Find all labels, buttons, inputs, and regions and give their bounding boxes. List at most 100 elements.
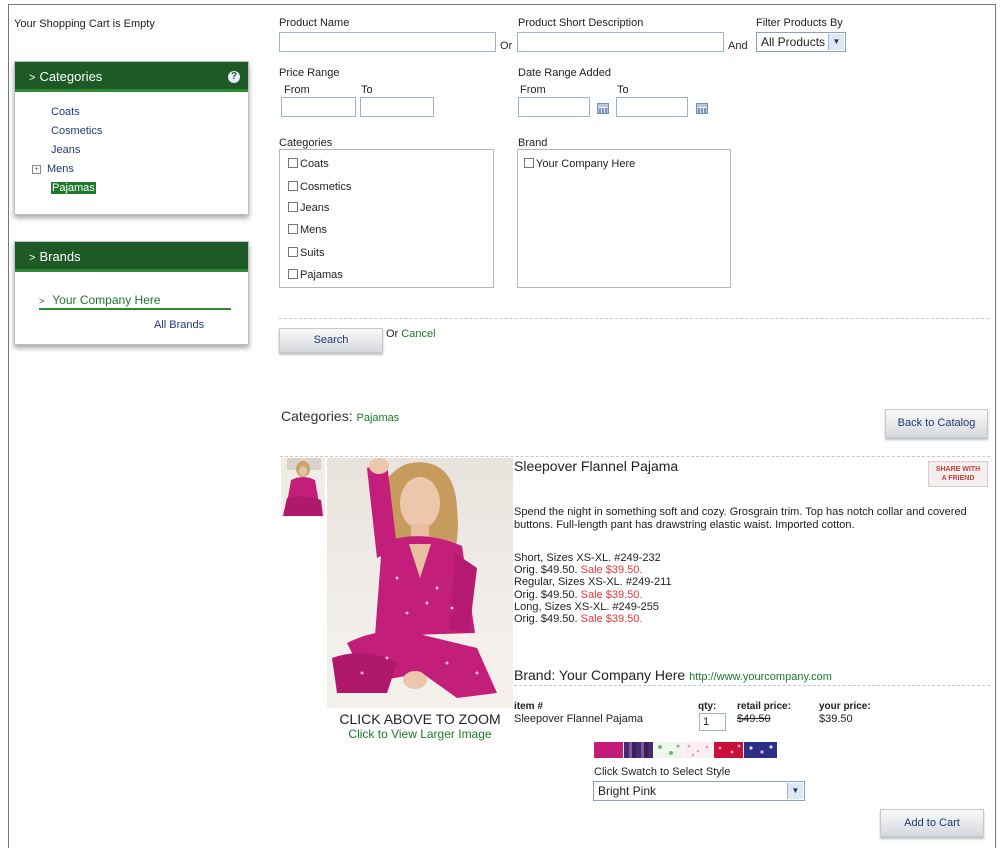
swatch-bright-pink[interactable] [594, 742, 623, 758]
checkbox[interactable] [288, 202, 298, 212]
cancel-row: Or Cancel [386, 328, 436, 340]
variant-orig-price: Orig. $49.50. [514, 588, 578, 601]
variant-name: Regular, Sizes XS-XL. #249-211 [514, 576, 672, 589]
back-to-catalog-button[interactable]: Back to Catalog [885, 409, 988, 438]
short-description-label: Product Short Description [518, 17, 644, 29]
sidebar-item-coats[interactable]: Coats [51, 106, 248, 125]
product-description: Spend the night in something soft and co… [514, 506, 967, 531]
price-to-input[interactable] [360, 97, 434, 117]
swatch-pink-dot[interactable] [684, 742, 713, 758]
filter-products-value: All Products [761, 35, 826, 49]
checkbox-jeans[interactable]: Jeans [288, 202, 329, 214]
checkbox-label: Coats [300, 158, 329, 170]
date-from-label: From [520, 84, 546, 96]
checkbox-mens[interactable]: Mens [288, 224, 327, 236]
checkbox[interactable] [288, 224, 298, 234]
variant-orig-price: Orig. $49.50. [514, 613, 578, 626]
date-from-input[interactable] [518, 97, 590, 117]
brand-item-row: > Your Company Here [39, 293, 231, 310]
share-with-friend-button[interactable]: SHARE WITH A FRIEND [928, 461, 988, 487]
product-brand-label: Brand: Your Company Here [514, 667, 686, 683]
variant-orig-price: Orig. $49.50. [514, 564, 578, 577]
chevron-right-icon: > [29, 252, 36, 264]
search-button[interactable]: Search [279, 328, 383, 353]
variant-price-row: Orig. $49.50. Sale $39.50. [514, 589, 672, 601]
divider [279, 318, 989, 319]
sidebar-item-mens-row: + Mens [32, 163, 248, 182]
item-header: item # [514, 701, 543, 712]
variant-name: Long, Sizes XS-XL. #249-255 [514, 600, 659, 613]
variant-sale-price: Sale $39.50. [580, 588, 643, 601]
categories-checkbox-list: Coats Cosmetics Jeans Mens Suits Pajamas [279, 149, 494, 288]
product-name-label: Product Name [279, 17, 350, 29]
sidebar-item-pajamas[interactable]: Pajamas [51, 182, 96, 194]
swatch-navy-print[interactable] [744, 742, 777, 758]
checkbox[interactable] [524, 158, 534, 168]
short-description-input[interactable] [517, 32, 724, 52]
variant-sale-price: Sale $39.50. [580, 613, 643, 626]
item-name: Sleepover Flannel Pajama [514, 713, 644, 725]
calendar-icon[interactable] [597, 103, 609, 114]
brands-panel: > Brands > Your Company Here All Brands [14, 241, 249, 345]
checkbox-coats[interactable]: Coats [288, 158, 329, 170]
sidebar-item-jeans[interactable]: Jeans [51, 144, 248, 163]
product-thumbnail[interactable] [281, 458, 325, 517]
checkbox[interactable] [288, 269, 298, 279]
qty-header: qty: [698, 701, 717, 712]
filter-products-select[interactable]: All Products ▼ [756, 32, 846, 52]
expand-icon[interactable]: + [32, 164, 41, 174]
brand-url-link[interactable]: http://www.yourcompany.com [689, 671, 832, 683]
checkbox-cosmetics[interactable]: Cosmetics [288, 181, 351, 193]
price-from-input[interactable] [281, 97, 356, 117]
checkbox-suits[interactable]: Suits [288, 247, 324, 259]
help-icon[interactable]: ? [228, 71, 240, 83]
sidebar-item-cosmetics[interactable]: Cosmetics [51, 125, 248, 144]
view-larger-link[interactable]: Click to View Larger Image [327, 727, 513, 741]
your-price-value: $39.50 [819, 713, 853, 725]
checkbox-pajamas[interactable]: Pajamas [288, 269, 343, 281]
brand-filter-label: Brand [518, 137, 548, 149]
categories-panel-header: > Categories ? [15, 62, 248, 92]
checkbox-your-company[interactable]: Your Company Here [524, 158, 635, 170]
sidebar-item-mens[interactable]: Mens [47, 163, 74, 175]
or-cancel-prefix: Or [386, 328, 399, 340]
and-label: And [728, 40, 748, 52]
date-to-label: To [617, 84, 629, 96]
divider [514, 685, 990, 686]
style-select[interactable]: Bright Pink ▼ [593, 781, 805, 801]
variant-price-row: Orig. $49.50. Sale $39.50. [514, 564, 672, 576]
retail-price-header: retail price: [737, 701, 791, 712]
breadcrumb: Categories: Pajamas [281, 408, 399, 424]
swatch-purple-plaid[interactable] [624, 742, 653, 758]
product-title: Sleepover Flannel Pajama [514, 458, 679, 474]
bullet-icon: > [39, 296, 45, 306]
chevron-right-icon: > [29, 72, 36, 84]
share-line-2: A FRIEND [941, 475, 975, 482]
add-to-cart-button[interactable]: Add to Cart [880, 809, 984, 837]
breadcrumb-current[interactable]: Pajamas [356, 412, 399, 424]
swatch-red-print[interactable] [714, 742, 743, 758]
brand-checkbox-list: Your Company Here [517, 149, 731, 288]
checkbox[interactable] [288, 181, 298, 191]
qty-input[interactable]: 1 [699, 713, 726, 731]
checkbox-label: Cosmetics [300, 181, 352, 193]
swatch-mint-print[interactable] [654, 742, 683, 758]
price-from-label: From [284, 84, 310, 96]
categories-panel-title: Categories [39, 69, 103, 84]
date-to-input[interactable] [616, 97, 688, 117]
checkbox-label: Suits [300, 247, 325, 259]
brand-item-your-company[interactable]: Your Company Here [52, 293, 160, 307]
checkbox[interactable] [288, 158, 298, 168]
product-name-input[interactable] [279, 32, 496, 52]
share-line-1: SHARE WITH [935, 466, 981, 473]
product-image[interactable] [327, 458, 513, 708]
cancel-link[interactable]: Cancel [401, 328, 435, 340]
calendar-icon[interactable] [696, 103, 708, 114]
retail-price-value: $49.50 [737, 713, 771, 725]
price-range-label: Price Range [279, 67, 340, 79]
all-brands-link[interactable]: All Brands [154, 319, 204, 331]
breadcrumb-label: Categories: [281, 408, 353, 424]
checkbox[interactable] [288, 247, 298, 257]
your-price-header: your price: [819, 701, 871, 712]
chevron-down-icon: ▼ [828, 34, 844, 50]
